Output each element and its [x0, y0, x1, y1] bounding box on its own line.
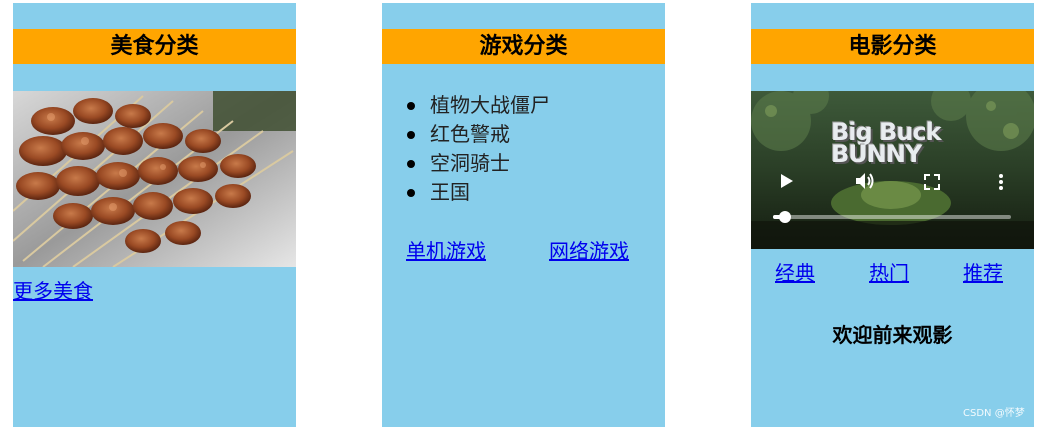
single-player-games-link[interactable]: 单机游戏	[406, 235, 486, 264]
hot-movies-link[interactable]: 热门	[869, 257, 909, 286]
classic-movies-link[interactable]: 经典	[775, 257, 815, 286]
panel-title-food: 美食分类	[13, 29, 296, 64]
bullet-icon	[407, 159, 415, 168]
video-title-art: Big Buck BUNNY	[831, 120, 961, 168]
fullscreen-icon[interactable]	[924, 174, 940, 190]
bullet-icon	[407, 101, 415, 110]
bullet-icon	[407, 130, 415, 139]
list-item: 红色警戒	[407, 120, 550, 149]
food-category-panel: 美食分类 更多美食	[13, 3, 296, 427]
progress-thumb[interactable]	[778, 211, 791, 223]
recommended-movies-link[interactable]: 推荐	[963, 257, 1003, 286]
list-item: 王国	[407, 178, 550, 207]
food-skewers-image	[13, 91, 296, 267]
movie-category-panel: 电影分类 Big Buck BUNNY 经典 热门 推荐 欢迎前来观影	[751, 3, 1034, 427]
video-player[interactable]: Big Buck BUNNY	[751, 91, 1034, 249]
game-name: 空洞骑士	[430, 151, 510, 175]
play-icon[interactable]	[780, 173, 794, 189]
game-name: 王国	[430, 180, 470, 204]
video-title-line2: BUNNY	[831, 140, 922, 168]
volume-icon[interactable]	[855, 172, 875, 190]
list-item: 空洞骑士	[407, 149, 550, 178]
game-list: 植物大战僵尸 红色警戒 空洞骑士 王国	[407, 91, 550, 207]
online-games-link[interactable]: 网络游戏	[549, 235, 629, 264]
game-name: 植物大战僵尸	[430, 93, 550, 117]
video-poster	[751, 91, 1034, 249]
panel-title-movies: 电影分类	[751, 29, 1034, 64]
welcome-text: 欢迎前来观影	[832, 323, 953, 347]
game-name: 红色警戒	[430, 122, 510, 146]
bullet-icon	[407, 188, 415, 197]
more-options-icon[interactable]	[998, 173, 1004, 191]
panel-title-games: 游戏分类	[382, 29, 665, 64]
watermark: CSDN @怀梦	[963, 408, 1025, 419]
list-item: 植物大战僵尸	[407, 91, 550, 120]
more-food-link[interactable]: 更多美食	[13, 275, 93, 304]
video-progress-bar[interactable]	[773, 211, 1011, 223]
game-category-panel: 游戏分类 植物大战僵尸 红色警戒 空洞骑士 王国 单机游戏 网络游戏	[382, 3, 665, 427]
